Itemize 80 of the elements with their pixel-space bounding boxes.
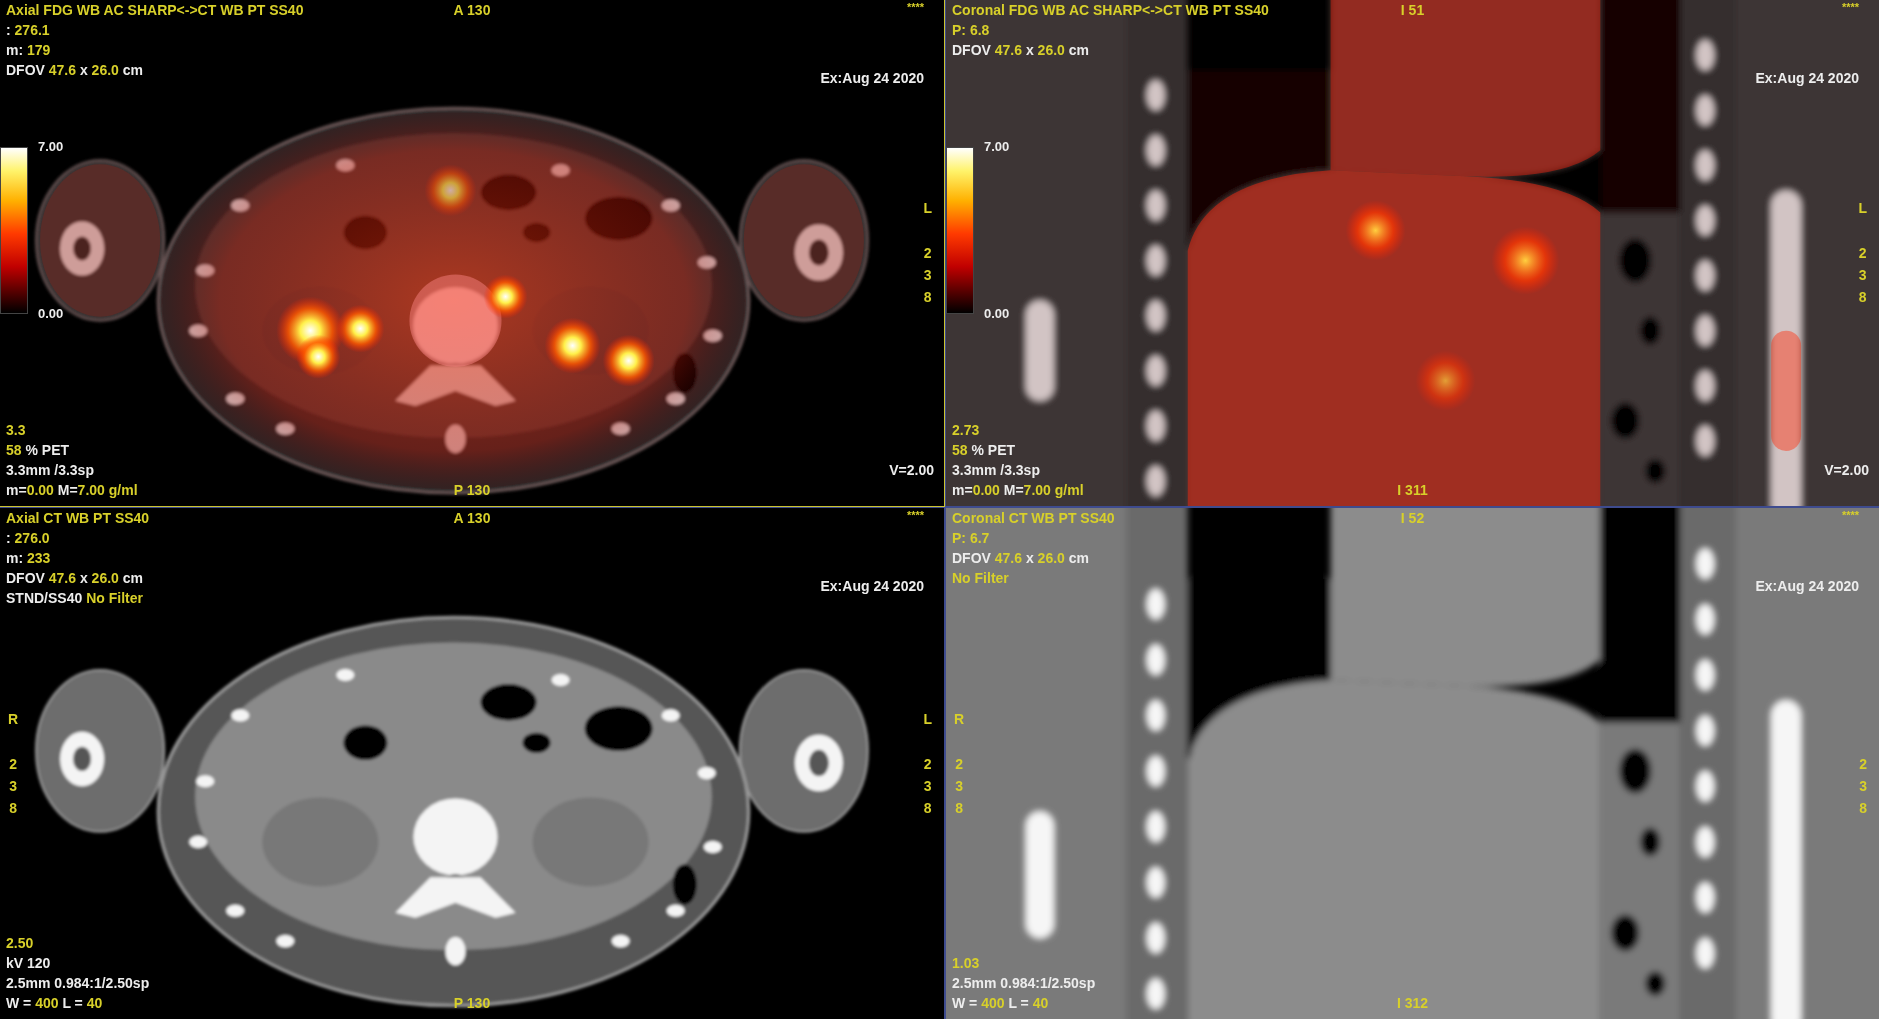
slice-position-text: I 312	[1396, 994, 1429, 1013]
scale-max-text: 7.00	[38, 139, 64, 155]
scan-info-text: m=0.00 M=7.00 g/ml	[952, 481, 1084, 500]
side-mark-text: 8	[1859, 798, 1867, 818]
side-mark-text: 2	[9, 754, 17, 774]
scan-info-text: P: 6.8	[952, 21, 991, 40]
side-mark-text: 8	[1858, 288, 1867, 307]
exam-date-text: Ex:Aug 24 2020	[1755, 577, 1859, 596]
scan-info-text: P: 6.7	[952, 529, 991, 548]
image-viewport[interactable]: Axial CT WB PT SS40 : 276.0 m: 233 DFOV 47.6 x 26.0 cm STND/SS40 No Filter A 130 **** Ex:Aug 24 2020 R 2 3 8 L 2 3 8 2.50 kV 120 2.5mm 0.984:1/2.50sp W = 400 L = 40 P 130	[0, 507, 945, 1019]
slice-position-text: I 51	[1400, 1, 1425, 20]
slice-position-text: A 130	[453, 509, 491, 528]
slice-position-text: P 130	[453, 994, 491, 1013]
scan-info-text: 2.5mm 0.984:1/2.50sp	[6, 974, 150, 993]
slice-position-text: I 311	[1397, 481, 1428, 500]
side-mark-text: 3	[955, 776, 963, 796]
scan-info-text: 3.3mm /3.3sp	[6, 461, 95, 480]
window-value-text: V=2.00	[1824, 461, 1869, 480]
scan-info-text: STND/SS40 No Filter	[6, 589, 144, 608]
slice-position-text: P 130	[453, 481, 491, 500]
exam-date-text: Ex:Aug 24 2020	[1755, 69, 1859, 88]
scale-min-text: 0.00	[38, 306, 64, 322]
side-mark-text: 2	[1858, 244, 1867, 263]
scan-info-text: DFOV 47.6 x 26.0 cm	[6, 61, 144, 80]
scan-info-text: 3.3	[6, 421, 27, 440]
side-mark-text: 3	[923, 776, 932, 796]
side-mark-text: 8	[9, 798, 17, 818]
exam-date-text: Ex:Aug 24 2020	[820, 69, 924, 88]
side-mark-text: 3	[923, 266, 932, 285]
side-mark-text: 3	[1859, 776, 1867, 796]
orientation-letter: L	[923, 709, 932, 729]
asterisk-text: ****	[1841, 0, 1859, 14]
orientation-letter: R	[954, 709, 965, 729]
scale-max-text: 7.00	[984, 139, 1010, 155]
scan-info-text: m=0.00 M=7.00 g/ml	[6, 481, 138, 500]
side-mark-text: 2	[923, 754, 932, 774]
asterisk-text: ****	[906, 0, 924, 14]
scan-info-text: DFOV 47.6 x 26.0 cm	[952, 549, 1090, 568]
scan-info-text: 2.50	[6, 934, 35, 953]
series-title: Coronal FDG WB AC SHARP<->CT WB PT SS40	[952, 1, 1269, 20]
asterisk-text: ****	[906, 508, 924, 522]
side-mark-text: 8	[923, 798, 932, 818]
scan-info-text: 2.5mm 0.984:1/2.50sp	[952, 974, 1096, 993]
scan-info-text: : 276.0	[6, 529, 51, 548]
side-mark-text: 8	[955, 798, 963, 818]
scan-info-text: : 276.1	[6, 21, 51, 40]
scan-info-text: m: 233	[6, 549, 52, 568]
scan-info-text: 1.03	[952, 954, 981, 973]
orientation-letter: L	[923, 199, 932, 218]
image-viewport[interactable]: Coronal FDG WB AC SHARP<->CT WB PT SS40 P: 6.8 DFOV 47.6 x 26.0 cm I 51 **** Ex:Aug 24 2020 7.00 0.00 L 2 3 8 2.73 58 % PET 3.3mm /3.3sp m=0.00 M=7.00 g/ml I 311 V=2.00	[945, 0, 1879, 507]
scan-info-text: 58 % PET	[952, 441, 1017, 460]
scan-info-text: No Filter	[952, 569, 1010, 588]
side-mark-text: 8	[923, 288, 932, 307]
scan-info-text: kV 120	[6, 954, 52, 973]
scan-info-text: 2.73	[952, 421, 981, 440]
orientation-letter: L	[1858, 199, 1867, 218]
side-mark-text: 2	[955, 754, 963, 774]
side-mark-text: 3	[1858, 266, 1867, 285]
asterisk-text: ****	[1841, 508, 1859, 522]
exam-date-text: Ex:Aug 24 2020	[820, 577, 924, 596]
scan-info-text: W = 400 L = 40	[6, 994, 104, 1013]
series-title: Axial FDG WB AC SHARP<->CT WB PT SS40	[6, 1, 304, 20]
series-title: Axial CT WB PT SS40	[6, 509, 150, 528]
side-mark-text: 2	[923, 244, 932, 263]
scale-min-text: 0.00	[984, 306, 1010, 322]
side-mark-text: 2	[1859, 754, 1867, 774]
series-title: Coronal CT WB PT SS40	[952, 509, 1115, 528]
window-value-text: V=2.00	[889, 461, 934, 480]
orientation-letter: R	[8, 709, 19, 729]
scan-info-text: W = 400 L = 40	[952, 994, 1050, 1013]
slice-position-text: I 52	[1400, 509, 1425, 528]
image-viewport[interactable]: Axial FDG WB AC SHARP<->CT WB PT SS40 : 276.1 m: 179 DFOV 47.6 x 26.0 cm A 130 **** Ex:Aug 24 2020 7.00 0.00 L 2 3 8 3.3 58 % PET 3.3mm /3.3sp m=0.00 M=7.00 g/ml P 130 V=2.00	[0, 0, 945, 507]
side-mark-text: 3	[9, 776, 17, 796]
scan-info-text: DFOV 47.6 x 26.0 cm	[952, 41, 1090, 60]
image-viewport[interactable]: Coronal CT WB PT SS40 P: 6.7 DFOV 47.6 x 26.0 cm No Filter I 52 **** Ex:Aug 24 2020 R 2 3 8 2 3 8 1.03 2.5mm 0.984:1/2.50sp W = 400 L = 40 I 312	[945, 507, 1879, 1019]
scan-info-text: DFOV 47.6 x 26.0 cm	[6, 569, 144, 588]
scan-info-text: 58 % PET	[6, 441, 71, 460]
slice-position-text: A 130	[453, 1, 491, 20]
scan-info-text: m: 179	[6, 41, 52, 60]
scan-info-text: 3.3mm /3.3sp	[952, 461, 1041, 480]
